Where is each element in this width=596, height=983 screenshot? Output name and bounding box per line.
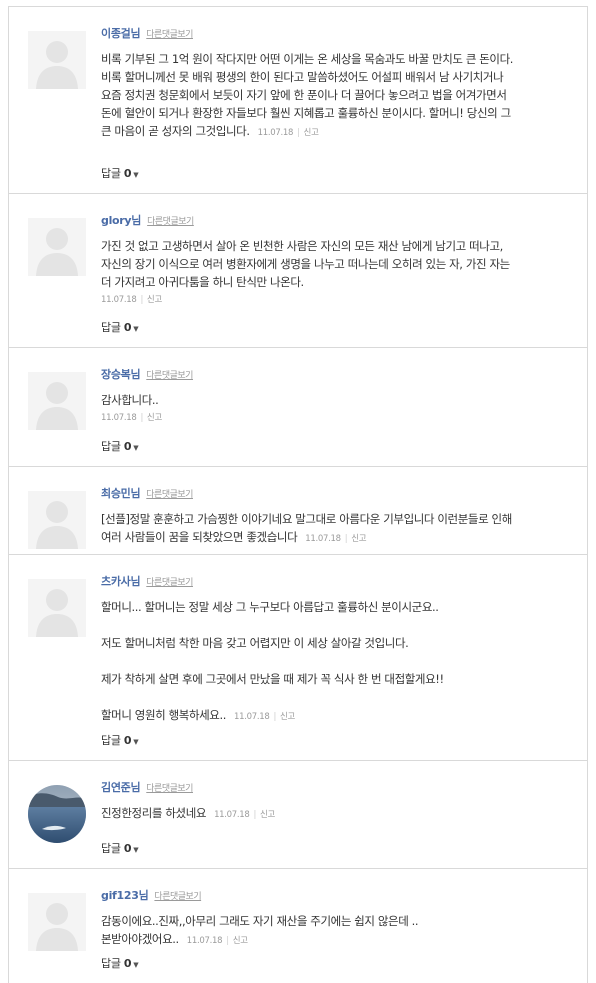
reply-count: 0 [123, 321, 132, 334]
reply-count: 0 [123, 167, 132, 180]
comment-item: 이종걸님 다른댓글보기 비록 기부된 그 1억 원이 작다지만 어떤 이게는 온… [9, 6, 587, 193]
reply-label: 답글 [101, 167, 121, 180]
comment-text: 감동이에요..진짜,,아무리 그래도 자기 재산을 주기에는 쉽지 않은데 ..… [101, 914, 419, 946]
comment-date: 11.07.18 [101, 295, 137, 305]
comment-item: 장승복님 다른댓글보기 감사합니다.. 11.07.18 | 신고 답글 0 ▼ [9, 347, 587, 466]
other-replies-link[interactable]: 다른댓글보기 [146, 781, 193, 794]
comment-author[interactable]: 최승민님 [101, 485, 141, 501]
comment-date: 11.07.18 [305, 534, 341, 544]
reply-label: 답글 [101, 957, 121, 970]
reply-toggle-button[interactable]: 답글 0 ▼ [101, 732, 139, 748]
comment-body: 진정한정리를 하셨네요 11.07.18 | 신고 [101, 804, 521, 824]
avatar[interactable] [28, 785, 86, 843]
reply-label: 답글 [101, 734, 121, 747]
comment-text: 감사합니다.. [101, 393, 159, 407]
avatar[interactable] [28, 579, 86, 637]
comment-author[interactable]: 김연준님 [101, 779, 141, 795]
comment-date: 11.07.18 [186, 936, 223, 946]
other-replies-link[interactable]: 다른댓글보기 [146, 27, 193, 40]
comment-item: 츠카사님 다른댓글보기 할머니... 할머니는 정말 세상 그 누구보다 아름답… [9, 554, 587, 760]
comment-list: 이종걸님 다른댓글보기 비록 기부된 그 1억 원이 작다지만 어떤 이게는 온… [8, 6, 588, 983]
comment-text: 할머니... 할머니는 정말 세상 그 누구보다 아름답고 훌륭하신 분이시군요… [101, 600, 439, 614]
caret-down-icon: ▼ [133, 961, 139, 969]
avatar[interactable] [28, 372, 86, 430]
avatar[interactable] [28, 893, 86, 951]
comment-body: 감동이에요..진짜,,아무리 그래도 자기 재산을 주기에는 쉽지 않은데 ..… [101, 912, 521, 950]
reply-count: 0 [123, 957, 132, 970]
comment-text: 가진 것 없고 고생하면서 살아 온 빈천한 사람은 자신의 모든 재산 남에게… [101, 239, 510, 289]
report-link[interactable]: 신고 [260, 810, 275, 820]
reply-toggle-button[interactable]: 답글 0 ▼ [101, 955, 139, 971]
default-user-icon [36, 41, 78, 89]
comment-author[interactable]: 이종걸님 [101, 25, 141, 41]
comment-date: 11.07.18 [257, 128, 294, 138]
caret-down-icon: ▼ [133, 325, 139, 333]
comment-date: 11.07.18 [101, 413, 137, 423]
comment-author[interactable]: glory님 [101, 212, 141, 228]
report-link[interactable]: 신고 [147, 295, 162, 305]
report-link[interactable]: 신고 [304, 128, 319, 138]
comment-item: gif123님 다른댓글보기 감동이에요..진짜,,아무리 그래도 자기 재산을… [9, 868, 587, 983]
caret-down-icon: ▼ [133, 444, 139, 452]
landscape-photo-icon [28, 785, 86, 843]
caret-down-icon: ▼ [133, 738, 139, 746]
comment-author[interactable]: gif123님 [101, 887, 149, 903]
divider: | [273, 712, 276, 722]
comment-body: 비록 기부된 그 1억 원이 작다지만 어떤 이게는 온 세상을 목숨과도 바꿀… [101, 50, 521, 142]
reply-count: 0 [123, 842, 132, 855]
divider: | [297, 128, 300, 138]
caret-down-icon: ▼ [133, 846, 139, 854]
divider: | [253, 810, 257, 820]
comment-body: 할머니... 할머니는 정말 세상 그 누구보다 아름답고 훌륭하신 분이시군요… [101, 598, 521, 726]
other-replies-link[interactable]: 다른댓글보기 [147, 214, 194, 227]
report-link[interactable]: 신고 [280, 712, 295, 722]
default-user-icon [36, 903, 78, 951]
comment-author[interactable]: 장승복님 [101, 366, 141, 382]
avatar[interactable] [28, 491, 86, 549]
reply-toggle-button[interactable]: 답글 0 ▼ [101, 438, 139, 454]
comment-item: 김연준님 다른댓글보기 진정한정리를 하셨네요 11.07.18 | 신고 답글 0 ▼ [9, 760, 587, 868]
comment-body: 감사합니다.. 11.07.18 | 신고 [101, 391, 521, 425]
comment-author[interactable]: 츠카사님 [101, 573, 141, 589]
divider: | [140, 295, 143, 305]
divider: | [140, 413, 143, 423]
other-replies-link[interactable]: 다른댓글보기 [146, 368, 193, 381]
divider: | [226, 936, 229, 946]
divider: | [344, 534, 348, 544]
comment-date: 11.07.18 [234, 712, 270, 722]
other-replies-link[interactable]: 다른댓글보기 [154, 889, 201, 902]
reply-toggle-button[interactable]: 답글 0 ▼ [101, 165, 139, 181]
report-link[interactable]: 신고 [233, 936, 248, 946]
reply-label: 답글 [101, 842, 121, 855]
avatar[interactable] [28, 31, 86, 89]
other-replies-link[interactable]: 다른댓글보기 [146, 575, 193, 588]
reply-label: 답글 [101, 321, 121, 334]
other-replies-link[interactable]: 다른댓글보기 [146, 487, 193, 500]
default-user-icon [36, 228, 78, 276]
comment-text: 할머니 영원히 행복하세요.. [101, 708, 227, 722]
reply-label: 답글 [101, 440, 121, 453]
default-user-icon [36, 589, 78, 637]
default-user-icon [36, 501, 78, 549]
comment-text: 비록 기부된 그 1억 원이 작다지만 어떤 이게는 온 세상을 목숨과도 바꿀… [101, 52, 514, 138]
comment-body: [선플]정말 훈훈하고 가슴찡한 이야기네요 말그대로 아름다운 기부입니다 이… [101, 510, 521, 548]
caret-down-icon: ▼ [133, 171, 139, 179]
reply-toggle-button[interactable]: 답글 0 ▼ [101, 319, 139, 335]
comment-item: 최승민님 다른댓글보기 [선플]정말 훈훈하고 가슴찡한 이야기네요 말그대로 … [9, 466, 587, 554]
comment-item: glory님 다른댓글보기 가진 것 없고 고생하면서 살아 온 빈천한 사람은… [9, 193, 587, 347]
comment-text: 진정한정리를 하셨네요 [101, 806, 207, 820]
report-link[interactable]: 신고 [147, 413, 162, 423]
report-link[interactable]: 신고 [351, 534, 366, 544]
avatar[interactable] [28, 218, 86, 276]
reply-count: 0 [123, 440, 132, 453]
reply-toggle-button[interactable]: 답글 0 ▼ [101, 840, 139, 856]
default-user-icon [36, 382, 78, 430]
comment-date: 11.07.18 [214, 810, 250, 820]
comment-text: 제가 착하게 살면 후에 그곳에서 만났을 때 제가 꼭 식사 한 번 대접할게… [101, 672, 444, 686]
reply-count: 0 [123, 734, 132, 747]
comment-body: 가진 것 없고 고생하면서 살아 온 빈천한 사람은 자신의 모든 재산 남에게… [101, 237, 521, 307]
comment-text: 저도 할머니처럼 착한 마음 갖고 어렵지만 이 세상 살아갈 것입니다. [101, 636, 409, 650]
